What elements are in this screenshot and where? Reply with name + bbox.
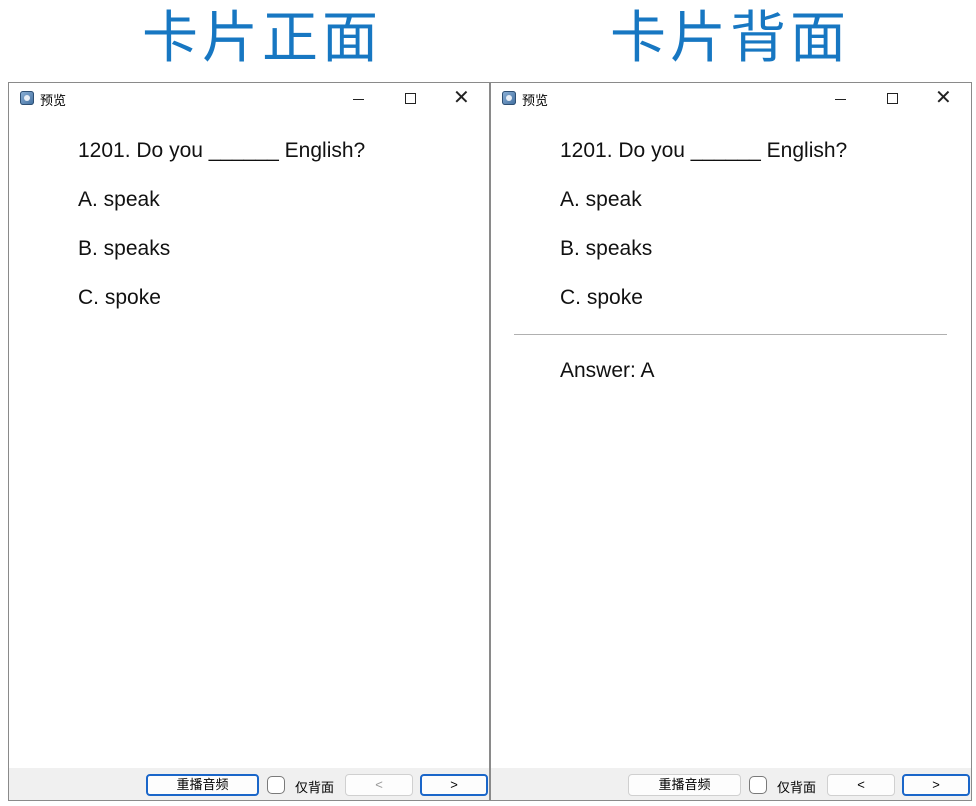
app-icon [502,91,516,105]
maximize-icon [405,93,416,104]
prev-button[interactable]: < [827,774,895,796]
page: 卡片正面 卡片背面 预览 ✕ 1201. Do you ______ Engli… [0,0,976,806]
answer-text: Answer: A [560,359,655,382]
back-only-checkbox[interactable] [267,776,285,794]
close-button[interactable]: ✕ [439,83,485,113]
close-button[interactable]: ✕ [921,83,967,113]
option-b: B. speaks [560,237,653,260]
option-c: C. spoke [78,286,161,309]
minimize-icon [353,99,364,100]
back-only-label[interactable]: 仅背面 [295,777,334,796]
preview-window-back: 预览 ✕ 1201. Do you ______ English? A. spe… [490,82,972,801]
prev-button[interactable]: < [345,774,413,796]
next-button[interactable]: > [420,774,488,796]
maximize-icon [887,93,898,104]
preview-window-front: 预览 ✕ 1201. Do you ______ English? A. spe… [8,82,490,801]
back-only-label[interactable]: 仅背面 [777,777,816,796]
option-a: A. speak [78,188,160,211]
option-b: B. speaks [78,237,171,260]
question-text: 1201. Do you ______ English? [78,139,366,162]
replay-audio-button[interactable]: 重播音频 [146,774,259,796]
title-bar[interactable]: 预览 ✕ [491,83,971,113]
front-heading: 卡片正面 [142,6,382,71]
minimize-icon [835,99,846,100]
maximize-button[interactable] [869,83,915,113]
close-icon: ✕ [935,85,952,109]
next-button[interactable]: > [902,774,970,796]
option-c: C. spoke [560,286,643,309]
window-title: 预览 [40,93,67,108]
app-icon [20,91,34,105]
window-title: 预览 [522,93,549,108]
maximize-button[interactable] [387,83,433,113]
footer-bar: 重播音频 仅背面 < > [491,768,971,800]
minimize-button[interactable] [335,83,381,113]
back-heading: 卡片背面 [610,6,850,71]
title-bar[interactable]: 预览 ✕ [9,83,489,113]
replay-audio-button[interactable]: 重播音频 [628,774,741,796]
back-only-checkbox[interactable] [749,776,767,794]
option-a: A. speak [560,188,642,211]
footer-bar: 重播音频 仅背面 < > [9,768,489,800]
question-text: 1201. Do you ______ English? [560,139,848,162]
close-icon: ✕ [453,85,470,109]
minimize-button[interactable] [817,83,863,113]
answer-divider [514,334,947,335]
